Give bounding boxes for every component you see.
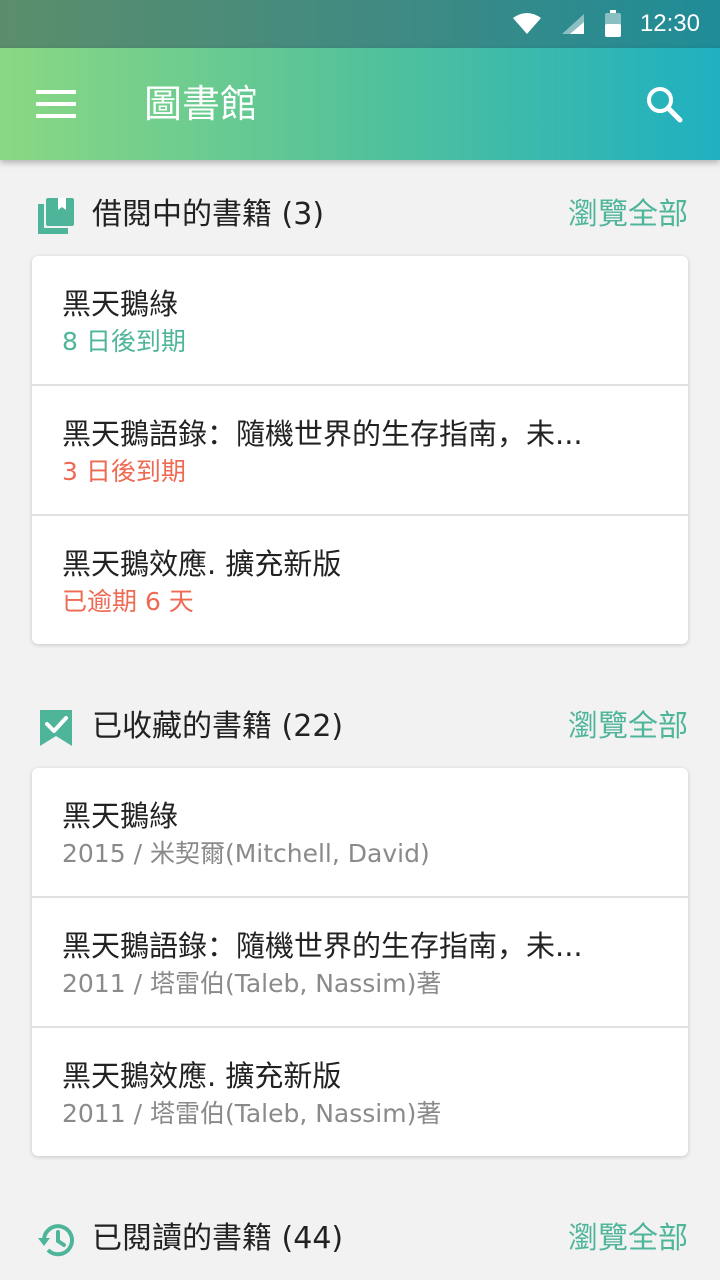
book-title: 黑天鵝語錄：隨機世界的生存指南，未... bbox=[62, 929, 583, 963]
book-title: 黑天鵝語錄：隨機世界的生存指南，未... bbox=[62, 417, 583, 451]
library-content: 借閱中的書籍 (3) 瀏覽全部 黑天鵝綠 8 日後到期 黑天鵝語錄：隨機世界的生… bbox=[0, 160, 720, 1280]
books-icon bbox=[38, 198, 74, 234]
borrowed-list: 黑天鵝綠 8 日後到期 黑天鵝語錄：隨機世界的生存指南，未... 3 日後到期 … bbox=[32, 256, 688, 644]
section-header: 已閱讀的書籍 (44) 瀏覽全部 bbox=[0, 1184, 720, 1280]
status-bar: 12:30 bbox=[0, 0, 720, 48]
signal-icon bbox=[561, 14, 584, 34]
status-icons: 12:30 bbox=[512, 0, 700, 48]
book-meta: 2011 / 塔雷伯(Taleb, Nassim)著 bbox=[62, 969, 442, 998]
menu-icon bbox=[36, 90, 76, 94]
book-title: 黑天鵝效應. 擴充新版 bbox=[62, 1059, 342, 1093]
section-title: 已閱讀的書籍 (44) bbox=[92, 1221, 344, 1256]
app-bar: 圖書館 bbox=[0, 48, 720, 160]
due-status: 3 日後到期 bbox=[62, 457, 186, 486]
search-icon bbox=[647, 87, 683, 123]
history-icon bbox=[38, 1224, 74, 1257]
menu-button[interactable] bbox=[36, 88, 76, 120]
battery-icon bbox=[604, 10, 621, 37]
app-title: 圖書館 bbox=[144, 82, 259, 126]
section-borrowed: 借閱中的書籍 (3) 瀏覽全部 黑天鵝綠 8 日後到期 黑天鵝語錄：隨機世界的生… bbox=[0, 160, 720, 644]
list-item[interactable]: 黑天鵝語錄：隨機世界的生存指南，未... 2011 / 塔雷伯(Taleb, N… bbox=[32, 898, 688, 1028]
view-all-favorites-link[interactable]: 瀏覽全部 bbox=[568, 706, 688, 748]
section-title: 已收藏的書籍 (22) bbox=[92, 709, 344, 744]
search-button[interactable] bbox=[644, 84, 684, 124]
status-time: 12:30 bbox=[639, 10, 700, 37]
list-item[interactable]: 黑天鵝效應. 擴充新版 2011 / 塔雷伯(Taleb, Nassim)著 bbox=[32, 1028, 688, 1156]
section-title: 借閱中的書籍 (3) bbox=[92, 197, 325, 232]
list-item[interactable]: 黑天鵝綠 2015 / 米契爾(Mitchell, David) bbox=[32, 768, 688, 898]
view-all-read-link[interactable]: 瀏覽全部 bbox=[568, 1218, 688, 1260]
due-status: 已逾期 6 天 bbox=[62, 587, 194, 616]
wifi-icon bbox=[512, 13, 541, 34]
list-item[interactable]: 黑天鵝綠 8 日後到期 bbox=[32, 256, 688, 386]
book-meta: 2011 / 塔雷伯(Taleb, Nassim)著 bbox=[62, 1099, 442, 1128]
menu-icon-bar bbox=[36, 102, 76, 106]
book-title: 黑天鵝效應. 擴充新版 bbox=[62, 547, 342, 581]
due-status: 8 日後到期 bbox=[62, 327, 186, 356]
book-title: 黑天鵝綠 bbox=[62, 799, 179, 833]
view-all-borrowed-link[interactable]: 瀏覽全部 bbox=[568, 194, 688, 236]
section-read: 已閱讀的書籍 (44) 瀏覽全部 bbox=[0, 1184, 720, 1280]
section-header: 借閱中的書籍 (3) 瀏覽全部 bbox=[0, 160, 720, 270]
section-header: 已收藏的書籍 (22) 瀏覽全部 bbox=[0, 672, 720, 782]
list-item[interactable]: 黑天鵝效應. 擴充新版 已逾期 6 天 bbox=[32, 516, 688, 644]
menu-icon-bar bbox=[36, 114, 76, 118]
bookmark-check-icon bbox=[40, 710, 72, 746]
favorites-list: 黑天鵝綠 2015 / 米契爾(Mitchell, David) 黑天鵝語錄：隨… bbox=[32, 768, 688, 1156]
section-favorites: 已收藏的書籍 (22) 瀏覽全部 黑天鵝綠 2015 / 米契爾(Mitchel… bbox=[0, 672, 720, 1156]
list-item[interactable]: 黑天鵝語錄：隨機世界的生存指南，未... 3 日後到期 bbox=[32, 386, 688, 516]
book-meta: 2015 / 米契爾(Mitchell, David) bbox=[62, 839, 430, 868]
book-title: 黑天鵝綠 bbox=[62, 287, 179, 321]
